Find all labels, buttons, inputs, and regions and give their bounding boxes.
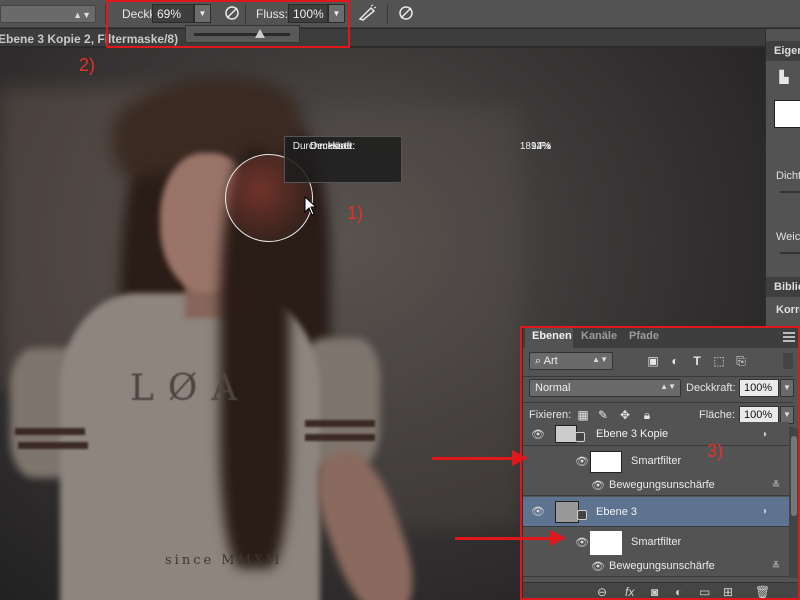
chevron-down-icon: ▲▼ [73, 10, 91, 20]
libraries-tab[interactable]: Biblio [766, 277, 800, 297]
feather-label: Weic [776, 231, 800, 243]
airbrush-icon[interactable] [356, 4, 378, 24]
mask-icon[interactable]: ▙ [776, 69, 792, 85]
mask-thumbnail [774, 100, 800, 128]
pressure-size-icon[interactable] [395, 4, 417, 24]
annotation-label-3: 3) [707, 441, 724, 461]
density-label: Dicht [776, 170, 800, 182]
feather-slider[interactable] [780, 252, 800, 254]
properties-tab[interactable]: Eigen [766, 41, 800, 61]
sleeve-stripe [305, 420, 375, 427]
mouse-pointer-icon [304, 195, 318, 221]
annotation-arrow-head [512, 450, 528, 466]
annotation-box-layers [520, 326, 800, 600]
shirt-print: LØA [130, 368, 252, 409]
sleeve-stripe [15, 428, 85, 435]
annotation-arrow-head [550, 530, 566, 546]
tooltip-label: Deckkraft: [309, 141, 355, 152]
annotation-box-options [106, 0, 350, 48]
photoshop-window: ▲▼ Deckkr.: 69% ▼ Fluss: 100% ▼ Ebene 3 … [0, 0, 800, 600]
divider [387, 4, 388, 24]
sleeve-stripe [305, 434, 375, 441]
annotation-label-1: 1) [347, 203, 364, 223]
tooltip-row: Deckkraft: 14% [285, 140, 551, 154]
corrections-tab[interactable]: Korre [776, 304, 800, 316]
annotation-label-2: 2) [79, 55, 96, 75]
density-slider[interactable] [780, 191, 800, 193]
annotation-arrow [432, 457, 514, 460]
brush-info-tooltip: Durchmesser: 189 Px Härte: 2% Deckkraft: 14… [284, 136, 551, 183]
annotation-arrow [455, 537, 551, 540]
tooltip-value: 14% [530, 141, 551, 152]
sleeve-stripe [18, 442, 88, 449]
brush-preset-dropdown[interactable]: ▲▼ [0, 5, 96, 23]
shirt-print-small: since MMXII [165, 553, 283, 568]
